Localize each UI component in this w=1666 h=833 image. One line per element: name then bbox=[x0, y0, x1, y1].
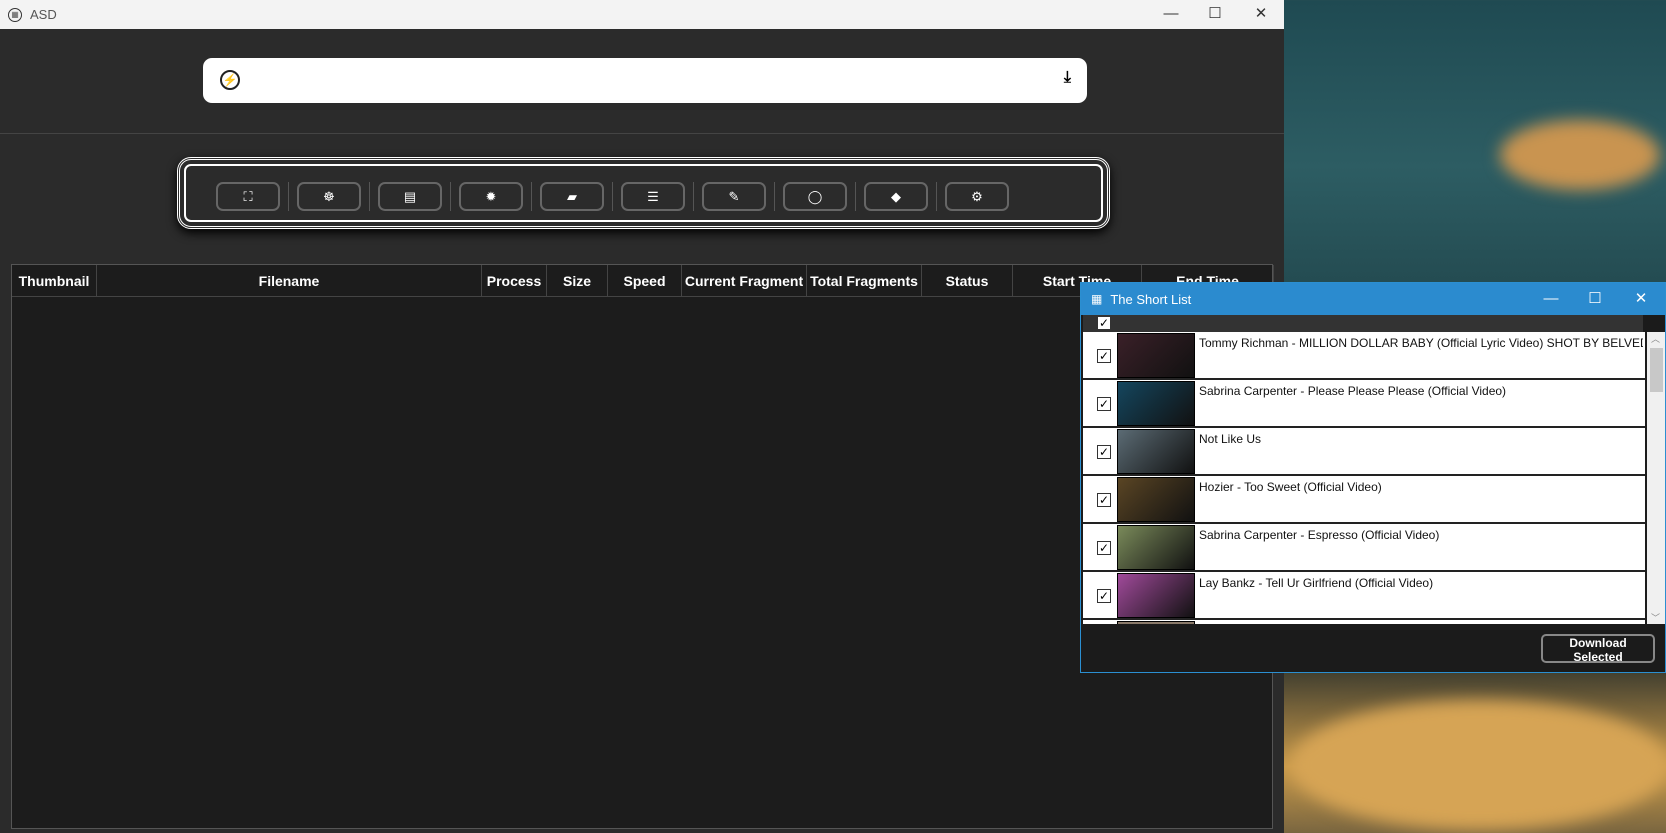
server-list-icon: ☰ bbox=[647, 189, 659, 204]
cookie-icon: ☸ bbox=[323, 189, 335, 204]
item-thumbnail bbox=[1117, 621, 1195, 624]
cookie-button[interactable]: ☸ bbox=[297, 182, 361, 211]
item-thumbnail bbox=[1117, 429, 1195, 474]
edit-button[interactable]: ✎ bbox=[702, 182, 766, 211]
list-item[interactable]: ✓ Hozier - Too Sweet (Official Video) bbox=[1083, 476, 1645, 524]
tag-icon: ◆ bbox=[891, 189, 901, 204]
list-item[interactable]: ✓ Sabrina Carpenter - Please Please Pleas… bbox=[1083, 380, 1645, 428]
hd-button[interactable]: ⛶ bbox=[216, 182, 280, 211]
bolt-icon[interactable]: ⚡ bbox=[220, 70, 240, 90]
item-thumbnail bbox=[1117, 573, 1195, 618]
gears-icon: ⚙ bbox=[971, 189, 983, 204]
short-list-rows: ✓ Tommy Richman - MILLION DOLLAR BABY (Of… bbox=[1081, 332, 1647, 624]
toolbar-separator bbox=[693, 182, 694, 211]
gear-icon: ✹ bbox=[485, 189, 497, 204]
wallpaper-cloud bbox=[1500, 120, 1660, 190]
item-checkbox[interactable]: ✓ bbox=[1097, 493, 1111, 507]
app-icon: ▦ bbox=[8, 7, 22, 22]
url-input[interactable] bbox=[243, 66, 1023, 94]
short-list-close-button[interactable]: ✕ bbox=[1619, 283, 1663, 315]
advanced-settings-button[interactable]: ⚙ bbox=[945, 182, 1009, 211]
column-header[interactable]: Thumbnail bbox=[12, 265, 97, 297]
book-icon: ▰ bbox=[567, 189, 577, 204]
toolbar-separator bbox=[612, 182, 613, 211]
edit-icon: ✎ bbox=[728, 189, 740, 204]
list-item[interactable]: ✓ Sabrina Carpenter - Espresso (Official … bbox=[1083, 524, 1645, 572]
divider bbox=[0, 133, 1284, 134]
film-icon: ▦ bbox=[1091, 292, 1103, 306]
file-button[interactable]: ▤ bbox=[378, 182, 442, 211]
maximize-button[interactable]: ☐ bbox=[1192, 0, 1238, 29]
item-thumbnail bbox=[1117, 477, 1195, 522]
minimize-button[interactable]: — bbox=[1148, 0, 1194, 29]
item-thumbnail bbox=[1117, 333, 1195, 378]
list-item[interactable] bbox=[1083, 620, 1645, 624]
column-header[interactable]: Filename bbox=[97, 265, 482, 297]
toolbar: ⛶ ☸ ▤ ✹ ▰ ☰ ✎ ◯ ◆ ⚙ bbox=[177, 157, 1110, 229]
item-title: Lay Bankz - Tell Ur Girlfriend (Official… bbox=[1199, 576, 1434, 590]
column-header[interactable]: Speed bbox=[608, 265, 682, 297]
item-checkbox[interactable]: ✓ bbox=[1097, 397, 1111, 411]
item-thumbnail bbox=[1117, 525, 1195, 570]
window-title: ASD bbox=[30, 7, 57, 22]
toolbar-separator bbox=[936, 182, 937, 211]
item-checkbox[interactable]: ✓ bbox=[1097, 349, 1111, 363]
select-all-checkbox[interactable]: ✓ bbox=[1097, 316, 1111, 330]
select-all-row: ✓ bbox=[1083, 315, 1643, 332]
item-checkbox[interactable]: ✓ bbox=[1097, 589, 1111, 603]
wallpaper-cloud bbox=[1290, 700, 1666, 830]
short-list-minimize-button[interactable]: — bbox=[1529, 283, 1573, 315]
scrollbar[interactable]: ︿ ﹀ bbox=[1647, 332, 1665, 624]
book-button[interactable]: ▰ bbox=[540, 182, 604, 211]
list-item[interactable]: ✓ Lay Bankz - Tell Ur Girlfriend (Officia… bbox=[1083, 572, 1645, 620]
title-bar: ▦ ASD bbox=[0, 0, 1284, 29]
item-title: Hozier - Too Sweet (Official Video) bbox=[1199, 480, 1382, 494]
record-button[interactable]: ◯ bbox=[783, 182, 847, 211]
tag-button[interactable]: ◆ bbox=[864, 182, 928, 211]
download-icon[interactable]: ⤓ bbox=[1064, 69, 1071, 87]
item-title: Sabrina Carpenter - Espresso (Official V… bbox=[1199, 528, 1440, 542]
download-selected-button[interactable]: Download Selected bbox=[1541, 634, 1655, 664]
short-list-window: ▦ The Short List — ☐ ✕ ✓ ✓ Tommy Richman … bbox=[1080, 282, 1666, 673]
settings-button[interactable]: ✹ bbox=[459, 182, 523, 211]
column-header[interactable]: Process bbox=[482, 265, 547, 297]
circle-icon: ◯ bbox=[807, 189, 823, 204]
scroll-up-icon[interactable]: ︿ bbox=[1651, 332, 1660, 345]
column-header[interactable]: Size bbox=[547, 265, 608, 297]
item-title: Sabrina Carpenter - Please Please Please… bbox=[1199, 384, 1507, 398]
toolbar-separator bbox=[288, 182, 289, 211]
close-button[interactable]: ✕ bbox=[1238, 0, 1284, 29]
item-title: Not Like Us bbox=[1199, 432, 1262, 446]
hd-scan-icon: ⛶ bbox=[243, 189, 253, 204]
item-checkbox[interactable]: ✓ bbox=[1097, 541, 1111, 555]
scroll-down-icon[interactable]: ﹀ bbox=[1651, 611, 1660, 624]
column-header[interactable]: Total Fragments bbox=[807, 265, 922, 297]
item-title: Tommy Richman - MILLION DOLLAR BABY (Off… bbox=[1199, 336, 1643, 350]
toolbar-separator bbox=[774, 182, 775, 211]
file-icon: ▤ bbox=[403, 189, 417, 204]
short-list-maximize-button[interactable]: ☐ bbox=[1573, 283, 1617, 315]
short-list-title: The Short List bbox=[1110, 291, 1192, 307]
list-button[interactable]: ☰ bbox=[621, 182, 685, 211]
list-item[interactable]: ✓ Not Like Us bbox=[1083, 428, 1645, 476]
column-header[interactable]: Status bbox=[922, 265, 1013, 297]
url-bar: ⚡ ⤓ bbox=[203, 58, 1087, 103]
item-thumbnail bbox=[1117, 381, 1195, 426]
column-header[interactable]: Current Fragment bbox=[682, 265, 807, 297]
list-item[interactable]: ✓ Tommy Richman - MILLION DOLLAR BABY (Of… bbox=[1083, 332, 1645, 380]
toolbar-separator bbox=[450, 182, 451, 211]
item-checkbox[interactable]: ✓ bbox=[1097, 445, 1111, 459]
toolbar-separator bbox=[369, 182, 370, 211]
toolbar-separator bbox=[531, 182, 532, 211]
toolbar-separator bbox=[855, 182, 856, 211]
scrollbar-thumb[interactable] bbox=[1650, 348, 1663, 392]
